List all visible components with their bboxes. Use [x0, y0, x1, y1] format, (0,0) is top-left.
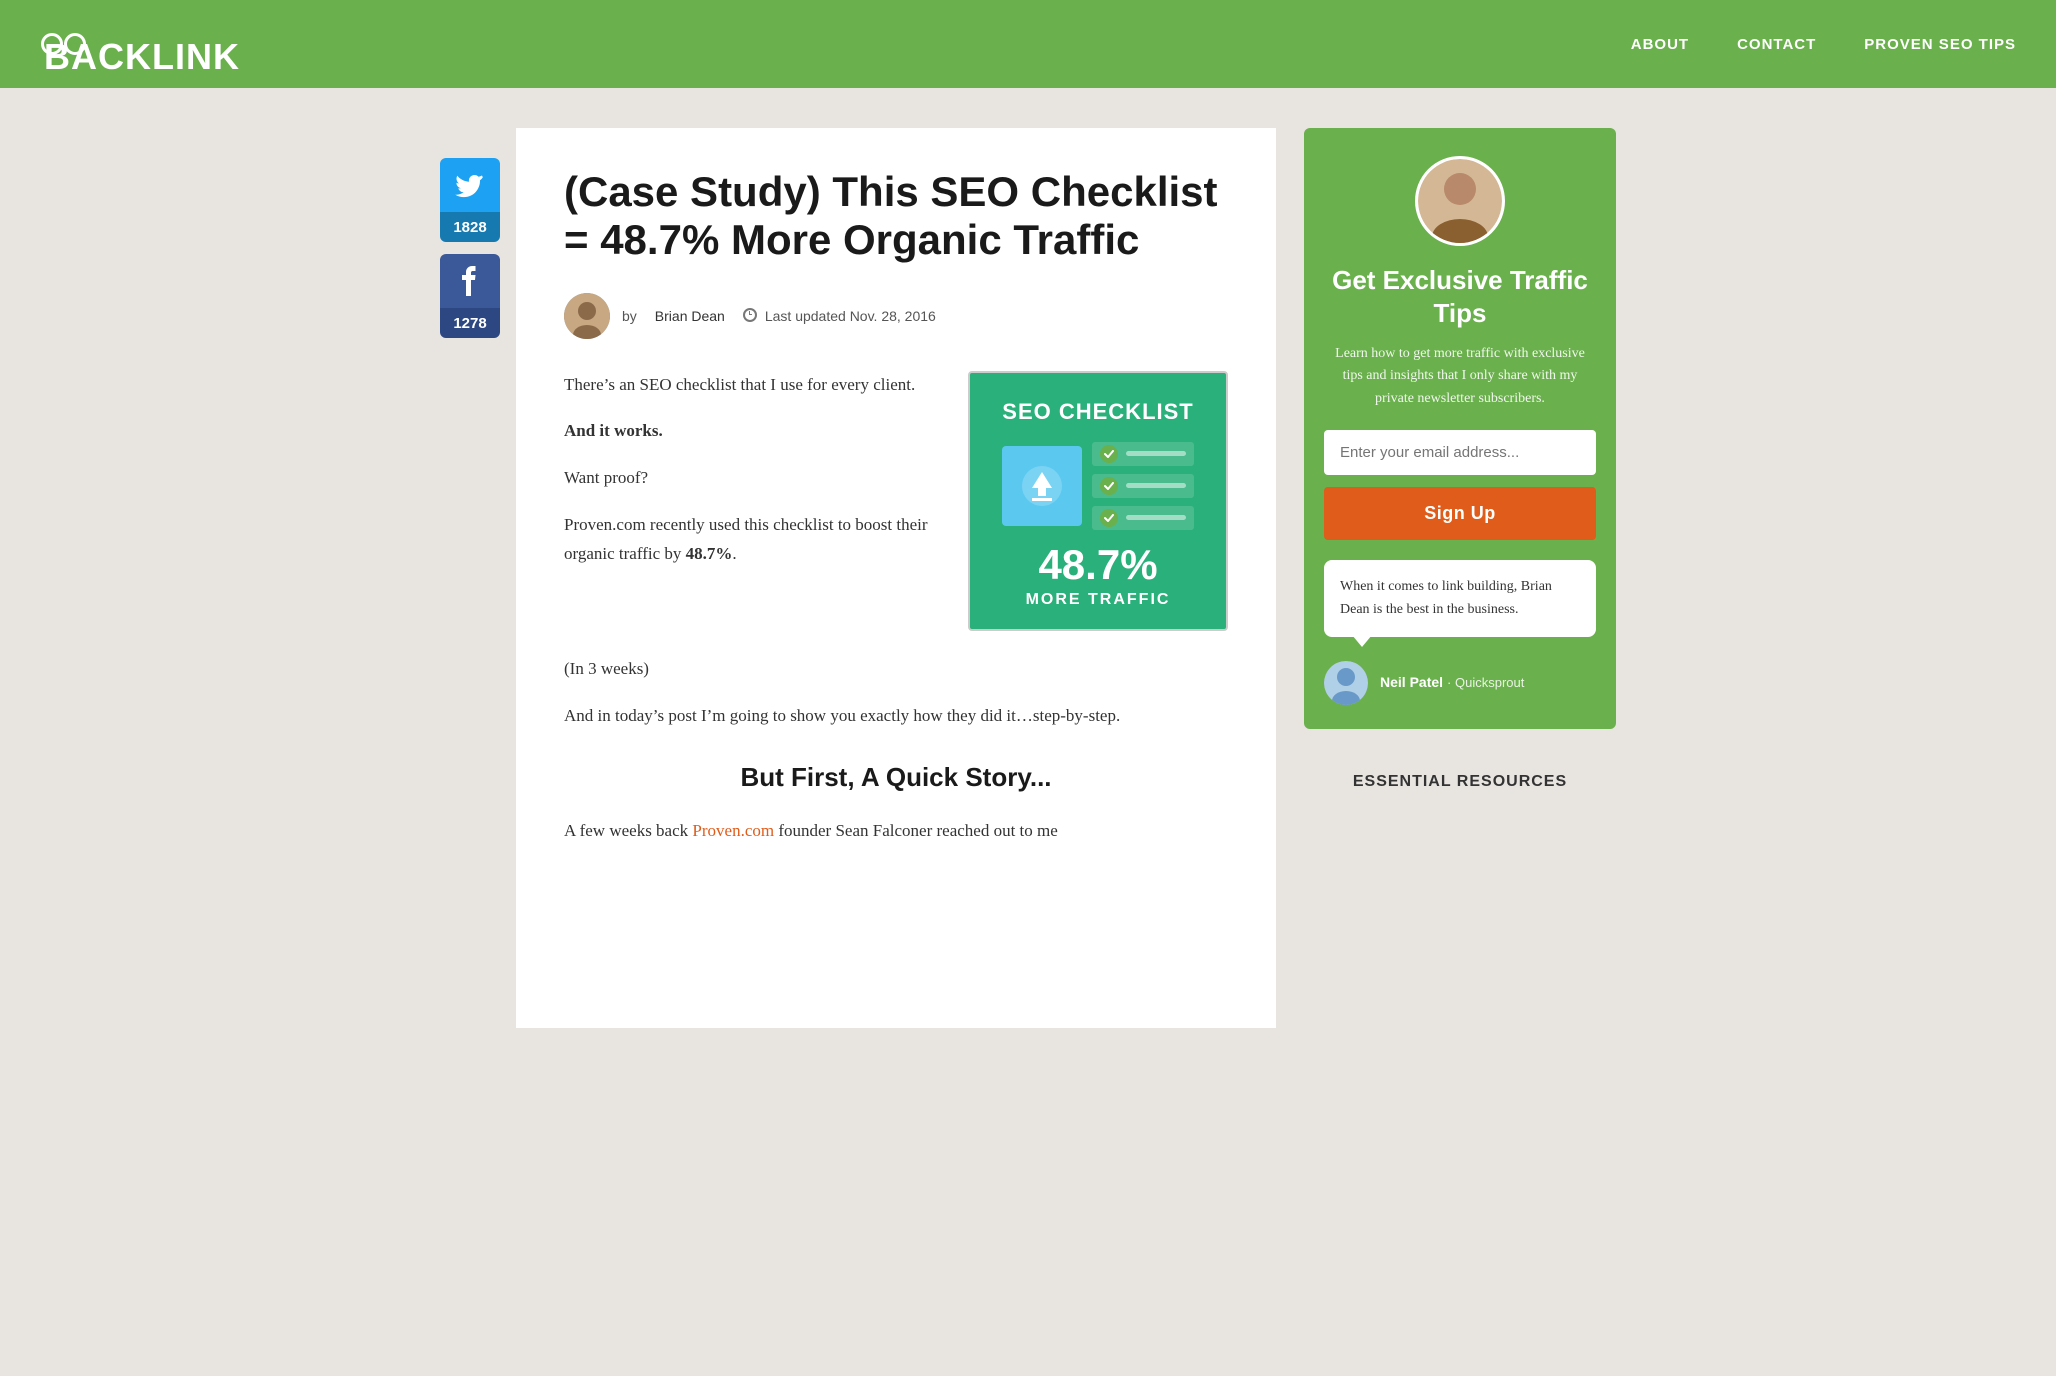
author-name: Brian Dean	[655, 308, 725, 324]
in-3-weeks: (In 3 weeks)	[564, 655, 1228, 684]
checklist-lines	[1092, 442, 1194, 530]
testimonial-bubble: When it comes to link building, Brian De…	[1324, 560, 1596, 637]
article-subheading: But First, A Quick Story...	[564, 755, 1228, 799]
checklist-line-2	[1092, 474, 1194, 498]
testimonial-author-info: Neil Patel · Quicksprout	[1380, 674, 1524, 692]
social-sidebar: 1828 1278	[440, 128, 516, 1028]
sidebar: Get Exclusive Traffic Tips Learn how to …	[1276, 128, 1616, 1028]
checklist-graphic	[1002, 442, 1194, 530]
bold-line: And it works.	[564, 417, 936, 446]
by-label: by	[622, 308, 637, 324]
author-line: by Brian Dean Last updated Nov. 28, 2016	[564, 293, 1228, 339]
teaser-text: A few weeks back Proven.com founder Sean…	[564, 817, 1228, 846]
page-container: 1828 1278 (Case Study) This SEO Checklis…	[0, 88, 2056, 1068]
checklist-line-3	[1092, 506, 1194, 530]
author-meta: by Brian Dean Last updated Nov. 28, 2016	[622, 308, 936, 324]
seo-checklist-image: SEO CHECKLIST	[968, 371, 1228, 632]
check-line-3	[1126, 515, 1186, 520]
intro-text: There’s an SEO checklist that I use for …	[564, 371, 936, 587]
intro-p2: Proven.com recently used this checklist …	[564, 511, 936, 569]
checklist-box-title: SEO CHECKLIST	[1002, 393, 1193, 430]
date-info: Last updated Nov. 28, 2016	[743, 308, 936, 324]
main-nav: ABOUT CONTACT PROVEN SEO TIPS	[1631, 36, 2016, 53]
article-title: (Case Study) This SEO Checklist = 48.7% …	[564, 168, 1228, 265]
twitter-count: 1828	[440, 212, 500, 242]
site-logo[interactable]: BACKLINK	[40, 23, 86, 65]
proof-line: Want proof?	[564, 464, 936, 493]
widget-description: Learn how to get more traffic with exclu…	[1304, 343, 1616, 410]
email-input[interactable]	[1324, 430, 1596, 475]
check-circle-2	[1100, 477, 1118, 495]
widget-title: Get Exclusive Traffic Tips	[1304, 264, 1616, 329]
essential-resources-section: ESSENTIAL RESOURCES	[1304, 753, 1616, 807]
author-avatar	[564, 293, 610, 339]
testimonial-author-name: Neil Patel · Quicksprout	[1380, 674, 1524, 692]
main-content: (Case Study) This SEO Checklist = 48.7% …	[516, 128, 1276, 1028]
proven-link[interactable]: Proven.com	[692, 821, 774, 840]
check-circle-3	[1100, 509, 1118, 527]
checklist-percent: 48.7%	[1038, 544, 1157, 586]
clock-icon	[743, 308, 757, 322]
email-widget: Get Exclusive Traffic Tips Learn how to …	[1304, 128, 1616, 729]
nav-about[interactable]: ABOUT	[1631, 36, 1689, 53]
widget-avatar-area	[1304, 128, 1616, 264]
testimonial-author: Neil Patel · Quicksprout	[1304, 653, 1616, 705]
intro-p1: There’s an SEO checklist that I use for …	[564, 371, 936, 400]
site-header: BACKLINK ABOUT CONTACT PROVEN SEO TIPS	[0, 0, 2056, 88]
check-line-2	[1126, 483, 1186, 488]
check-line-1	[1126, 451, 1186, 456]
intro-p3: And in today’s post I’m going to show yo…	[564, 702, 1228, 731]
essential-resources-title: ESSENTIAL RESOURCES	[1304, 761, 1616, 799]
check-circle-1	[1100, 445, 1118, 463]
facebook-count: 1278	[440, 308, 500, 338]
intro-section: There’s an SEO checklist that I use for …	[564, 371, 1228, 632]
article-body: There’s an SEO checklist that I use for …	[564, 371, 1228, 846]
date-text: Last updated Nov. 28, 2016	[765, 308, 936, 324]
widget-avatar	[1415, 156, 1505, 246]
nav-proven-seo[interactable]: PROVEN SEO TIPS	[1864, 36, 2016, 53]
testimonial-company: Quicksprout	[1455, 675, 1524, 690]
logo-text: BACKLINK	[41, 33, 63, 55]
facebook-icon	[440, 254, 500, 308]
nav-contact[interactable]: CONTACT	[1737, 36, 1816, 53]
twitter-icon	[440, 158, 500, 212]
checklist-line-1	[1092, 442, 1194, 466]
upload-icon-box	[1002, 446, 1082, 526]
twitter-share-button[interactable]: 1828	[440, 158, 500, 246]
more-traffic-label: MORE TRAFFIC	[1026, 586, 1171, 613]
testimonial-avatar	[1324, 661, 1368, 705]
testimonial-quote: When it comes to link building, Brian De…	[1340, 579, 1552, 616]
signup-button[interactable]: Sign Up	[1324, 487, 1596, 540]
facebook-share-button[interactable]: 1278	[440, 254, 500, 342]
